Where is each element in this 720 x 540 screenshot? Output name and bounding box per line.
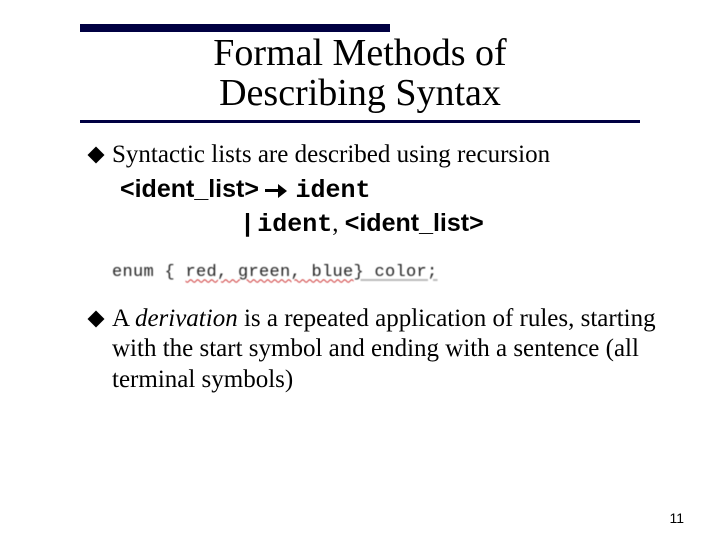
- enum-suffix: } color;: [354, 263, 438, 282]
- slide-title: Formal Methods of Describing Syntax: [80, 34, 640, 123]
- terminal-ident: ident: [295, 176, 370, 205]
- slide-body: Syntactic lists are described using recu…: [90, 140, 665, 397]
- enum-ids: red, green, blue: [186, 263, 354, 282]
- terminal-ident-2: ident: [257, 210, 332, 239]
- nonterminal-rhs: <ident_list>: [345, 209, 484, 237]
- pipe-symbol: |: [244, 209, 251, 237]
- bullet-2-em: derivation: [135, 305, 238, 332]
- nonterminal-lhs: <ident_list>: [120, 175, 259, 203]
- grammar-line-2: | ident, <ident_list>: [244, 207, 665, 241]
- grammar-rule: <ident_list> ident | ident, <ident_list>: [120, 173, 665, 241]
- title-line-2: Describing Syntax: [219, 72, 501, 114]
- bullet-2-a: A: [112, 305, 135, 332]
- enum-prefix: enum {: [112, 263, 186, 282]
- diamond-bullet-icon: [90, 313, 102, 325]
- page-number: 11: [669, 510, 684, 526]
- title-top-rule: [80, 24, 390, 32]
- arrow-icon: [265, 184, 289, 198]
- bullet-2-text: A derivation is a repeated application o…: [112, 304, 665, 396]
- enum-code-example: enum { red, green, blue} color;: [112, 263, 665, 282]
- diamond-bullet-icon: [90, 149, 102, 161]
- grammar-line-1: <ident_list> ident: [120, 173, 665, 207]
- bullet-item-2: A derivation is a repeated application o…: [90, 304, 665, 396]
- comma-sep: ,: [332, 210, 345, 237]
- bullet-1-text: Syntactic lists are described using recu…: [112, 140, 550, 171]
- bullet-item-1: Syntactic lists are described using recu…: [90, 140, 665, 171]
- title-line-1: Formal Methods of: [213, 32, 506, 74]
